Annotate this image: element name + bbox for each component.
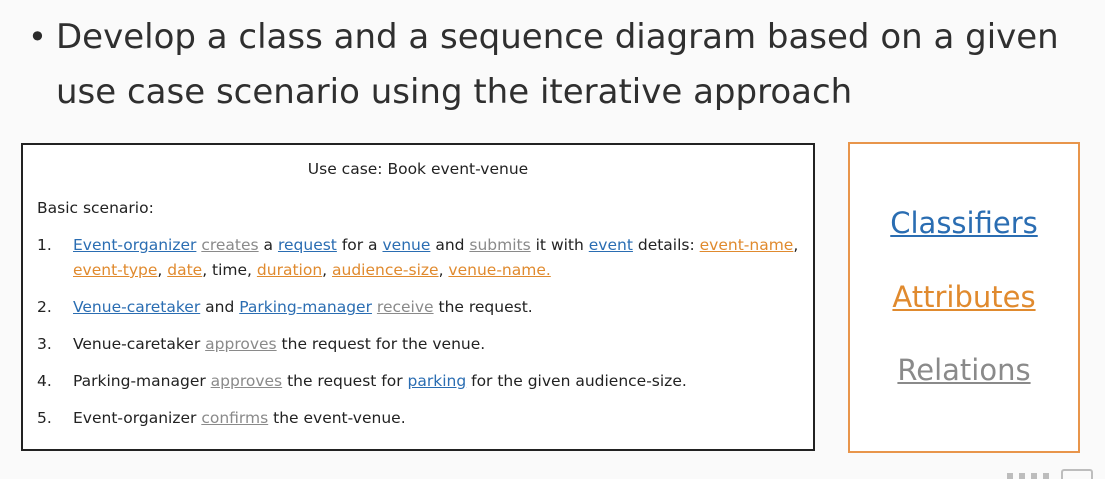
scenario-step-1: 1. Event-organizer creates a request for… xyxy=(37,233,807,283)
step-text-segment: details: xyxy=(632,236,700,254)
bullet-line-2: use case scenario using the iterative ap… xyxy=(56,72,853,112)
bullet-point: • Develop a class and a sequence diagram… xyxy=(28,10,1088,120)
step-text-segment: the event-venue. xyxy=(268,409,406,427)
term-relation: confirms xyxy=(201,409,269,427)
step-number: 2. xyxy=(37,298,52,316)
term-attribute: event-type xyxy=(73,261,158,279)
step-text-segment: Event-organizer xyxy=(73,409,202,427)
use-case-box: Use case: Book event-venue Basic scenari… xyxy=(21,143,815,451)
caption-icon xyxy=(1061,469,1093,479)
step-text-segment: it with xyxy=(530,236,589,254)
term-relation: creates xyxy=(201,236,259,254)
step-text-segment: , time, xyxy=(202,261,257,279)
step-text-segment: and xyxy=(430,236,470,254)
term-attribute: audience-size xyxy=(332,261,439,279)
step-number: 3. xyxy=(37,335,52,353)
step-text-segment: and xyxy=(200,298,240,316)
bullet-line-1: Develop a class and a sequence diagram b… xyxy=(56,17,1059,57)
term-classifier: Event-organizer xyxy=(73,236,197,254)
bullet-dot: • xyxy=(28,18,47,56)
term-classifier: Venue-caretaker xyxy=(73,298,201,316)
step-text-segment: , xyxy=(793,236,799,254)
step-text: Venue-caretaker and Parking-manager rece… xyxy=(73,295,807,320)
term-classifier: parking xyxy=(407,372,467,390)
step-text-segment: Venue-caretaker xyxy=(73,335,206,353)
term-classifier: venue xyxy=(382,236,431,254)
step-text-segment: the request. xyxy=(433,298,533,316)
scenario-label: Basic scenario: xyxy=(37,199,154,217)
step-number: 5. xyxy=(37,409,52,427)
term-attribute: event-name xyxy=(699,236,794,254)
term-attribute: date xyxy=(167,261,203,279)
bullet-text: Develop a class and a sequence diagram b… xyxy=(56,10,1059,120)
use-case-title: Use case: Book event-venue xyxy=(307,160,529,178)
step-number: 4. xyxy=(37,372,52,390)
step-text-segment: , xyxy=(157,261,168,279)
term-classifier: Parking-manager xyxy=(239,298,372,316)
term-relation: submits xyxy=(469,236,531,254)
step-text-segment: for the given audience-size. xyxy=(466,372,687,390)
step-text-segment: Parking-manager xyxy=(73,372,211,390)
term-relation: approves xyxy=(205,335,277,353)
step-text-segment: the request for xyxy=(282,372,408,390)
dots-icon xyxy=(1007,473,1055,479)
step-text: Event-organizer creates a request for a … xyxy=(73,233,807,283)
term-relation: receive xyxy=(376,298,434,316)
legend-attributes: Attributes xyxy=(892,280,1036,314)
player-controls-fragment xyxy=(995,465,1105,479)
legend-box: Classifiers Attributes Relations xyxy=(848,142,1080,453)
step-text-segment: for a xyxy=(336,236,383,254)
term-attribute: duration xyxy=(256,261,323,279)
scenario-steps: 1. Event-organizer creates a request for… xyxy=(37,233,807,443)
step-text: Event-organizer confirms the event-venue… xyxy=(73,406,807,431)
term-classifier: request xyxy=(277,236,337,254)
step-number: 1. xyxy=(37,236,52,254)
step-text: Venue-caretaker approves the request for… xyxy=(73,332,807,357)
step-text-segment: , xyxy=(438,261,449,279)
term-attribute: venue-name. xyxy=(448,261,551,279)
term-relation: approves xyxy=(210,372,283,390)
step-text-segment: , xyxy=(322,261,333,279)
term-classifier: event xyxy=(588,236,633,254)
scenario-step-2: 2. Venue-caretaker and Parking-manager r… xyxy=(37,295,807,320)
step-text-segment: a xyxy=(258,236,278,254)
legend-classifiers: Classifiers xyxy=(890,206,1038,240)
step-text: Parking-manager approves the request for… xyxy=(73,369,807,394)
scenario-step-5: 5. Event-organizer confirms the event-ve… xyxy=(37,406,807,431)
scenario-step-3: 3. Venue-caretaker approves the request … xyxy=(37,332,807,357)
legend-relations: Relations xyxy=(897,353,1031,387)
scenario-step-4: 4. Parking-manager approves the request … xyxy=(37,369,807,394)
step-text-segment: the request for the venue. xyxy=(276,335,486,353)
